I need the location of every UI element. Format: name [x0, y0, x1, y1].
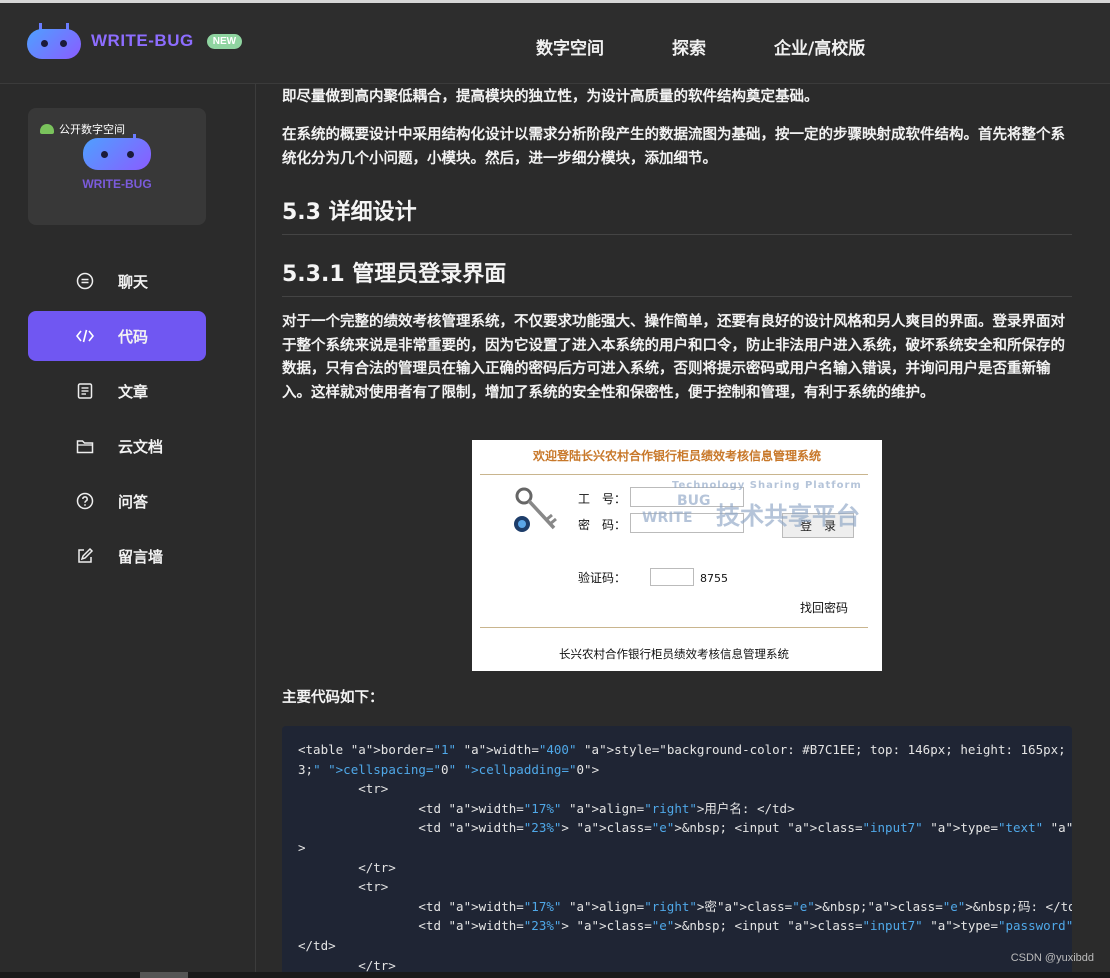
nav-digital-space[interactable]: 数字空间: [536, 34, 604, 59]
article-icon: [76, 382, 94, 400]
android-icon: [40, 124, 54, 134]
sidebar: 公开数字空间 WRITE-BUG 聊天 代码 文章 云文档 问答 留言墙: [0, 84, 231, 978]
sidebar-item-message-wall[interactable]: 留言墙: [28, 531, 206, 581]
chat-icon: [76, 272, 94, 290]
folder-icon: [76, 437, 94, 455]
login-footer: 长兴农村合作银行柜员绩效考核信息管理系统: [559, 647, 789, 661]
code-line: </td>: [298, 937, 336, 953]
code-line: </tr>: [298, 859, 396, 875]
code-line: <td "a">width="23%"> "a">class="e">&nbsp…: [298, 820, 1072, 836]
code-icon: [76, 327, 94, 345]
card-brand: WRITE-BUG: [82, 177, 152, 191]
paragraph-1: 即尽量做到高内聚低耦合，提高模块的独立性，为设计高质量的软件结构奠定基础。: [282, 89, 819, 105]
article-content: 即尽量做到高内聚低耦合，提高模块的独立性，为设计高质量的软件结构奠定基础。 在系…: [282, 84, 1072, 978]
code-line: <td "a">width="17%" "a">align="right">用户…: [298, 800, 795, 816]
nav-explore[interactable]: 探索: [672, 34, 706, 59]
top-navbar: WRITE-BUG NEW 数字空间 探索 企业/高校版: [0, 0, 1110, 84]
paragraph-3: 对于一个完整的绩效考核管理系统，不仅要求功能强大、操作简单，还要有良好的设计风格…: [282, 314, 1065, 401]
login-title: 欢迎登陆长兴农村合作银行柜员绩效考核信息管理系统: [532, 449, 821, 463]
write-bug-watermark: Technology Sharing Platform BUG WRITE 技术…: [642, 480, 862, 530]
code-line: >: [298, 839, 306, 855]
sidebar-item-code[interactable]: 代码: [28, 311, 206, 361]
nav-enterprise[interactable]: 企业/高校版: [774, 34, 865, 59]
code-block: <table "a">border="1" "a">width="400" "a…: [282, 726, 1072, 978]
forgot-password-link: 找回密码: [800, 601, 849, 615]
captcha-label: 验证码：: [578, 571, 627, 585]
main-nav: 数字空间 探索 企业/高校版: [536, 34, 865, 59]
captcha-value: 8755: [700, 572, 728, 585]
heading-admin-login: 5.3.1 管理员登录界面: [282, 256, 1072, 297]
robot-logo-icon: [27, 23, 81, 59]
heading-detailed-design: 5.3 详细设计: [282, 194, 1072, 235]
sidebar-item-cloud-docs[interactable]: 云文档: [28, 421, 206, 471]
sidebar-item-qa[interactable]: 问答: [28, 476, 206, 526]
sidebar-item-chat[interactable]: 聊天: [28, 256, 206, 306]
code-line: <td "a">width="23%"> "a">class="e">&nbsp…: [298, 918, 1072, 934]
code-line: 3;" ">cellspacing="0" ">cellpadding="0">: [298, 761, 600, 777]
brand-name: WRITE-BUG: [91, 31, 194, 50]
key-icon: [514, 487, 557, 532]
question-icon: [76, 492, 94, 510]
edit-icon: [76, 547, 94, 565]
sidebar-menu: 聊天 代码 文章 云文档 问答 留言墙: [28, 256, 206, 586]
captcha-input: [650, 568, 694, 586]
code-line: <tr>: [298, 781, 389, 797]
sidebar-scrollbar[interactable]: [231, 84, 255, 978]
site-logo[interactable]: WRITE-BUG NEW: [27, 23, 243, 59]
sidebar-item-article[interactable]: 文章: [28, 366, 206, 416]
robot-card-icon: [83, 134, 151, 170]
public-space-card[interactable]: 公开数字空间 WRITE-BUG: [28, 108, 206, 225]
code-line: <table "a">border="1" "a">width="400" "a…: [298, 742, 1066, 757]
code-intro: 主要代码如下：: [282, 690, 384, 706]
horizontal-scrollbar-thumb[interactable]: [140, 972, 188, 978]
code-line: <td "a">width="17%" "a">align="right">密"…: [298, 898, 1072, 914]
new-badge: NEW: [206, 33, 243, 49]
code-line: <tr>: [298, 879, 389, 895]
csdn-watermark: CSDN @yuxibdd: [1010, 952, 1094, 964]
content-divider: [255, 84, 256, 978]
paragraph-2: 在系统的概要设计中采用结构化设计以需求分析阶段产生的数据流图为基础，按一定的步骤…: [282, 127, 1065, 167]
login-screenshot-image: 欢迎登陆长兴农村合作银行柜员绩效考核信息管理系统 工 号： 密 码： 登 录 T…: [472, 440, 882, 671]
